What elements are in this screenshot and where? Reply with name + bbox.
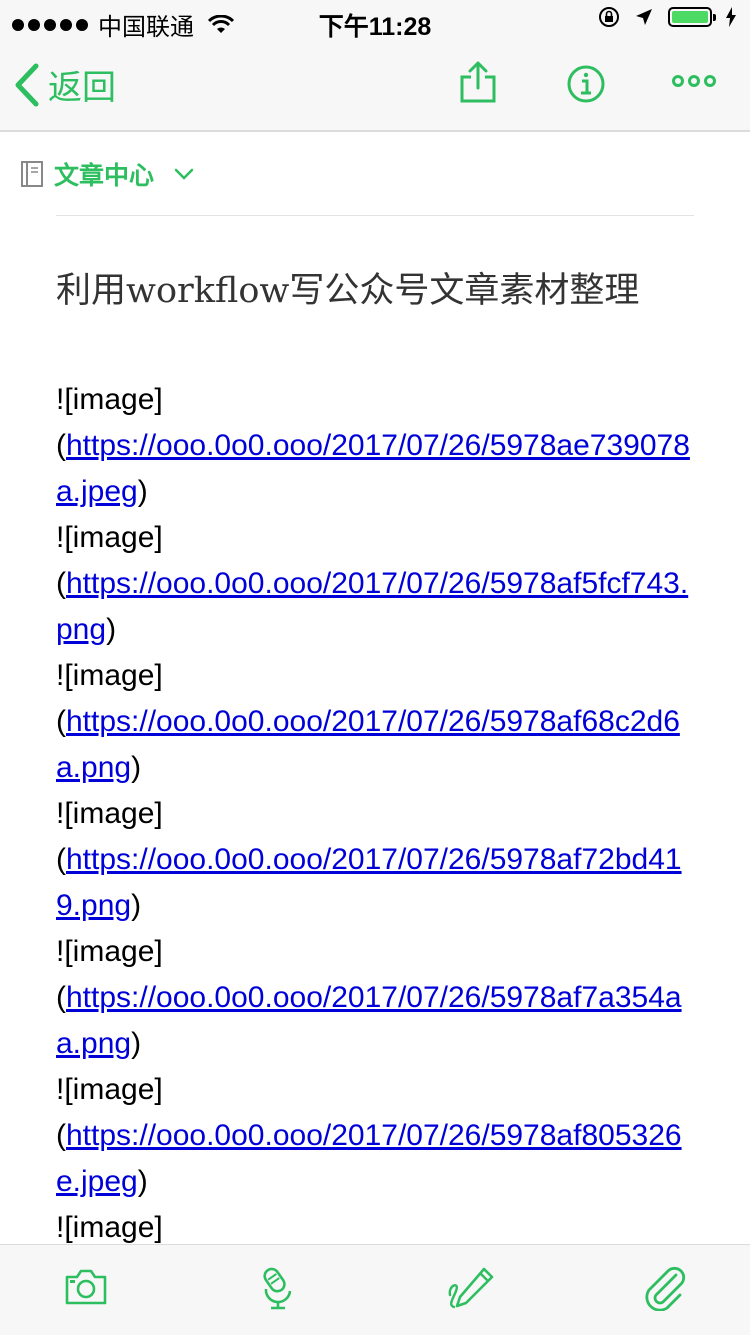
image-entry: ![image] (https://ooo.0o0.ooo/2017/07/26… [56,653,696,791]
image-label: ![image] [56,521,163,554]
image-link-line: (https://ooo.0o0.ooo/2017/07/26/5978af68… [56,705,680,784]
note-title[interactable]: 利用workflow写公众号文章素材整理 [56,262,716,313]
notebook-selector[interactable]: 文章中心 [20,156,194,192]
status-right [598,6,736,28]
image-label: ![image] [56,1073,163,1106]
image-entry: ![image] (https://ooo.0o0.ooo/2017/07/26… [56,515,696,653]
chevron-left-icon [15,63,39,106]
status-bar: 中国联通 下午11:28 [0,0,750,41]
image-label: ![image] [56,383,163,416]
rotation-lock-icon [599,7,619,27]
location-icon [636,9,652,25]
back-button[interactable]: 返回 [14,60,116,109]
charging-icon [726,7,736,27]
navigation-bar: 返回 [0,40,750,132]
paperclip-icon[interactable] [642,1265,686,1311]
image-link-line: (https://ooo.0o0.ooo/2017/07/26/5978af5f… [56,567,689,646]
microphone-icon[interactable] [260,1265,296,1311]
image-link-line: (https://ooo.0o0.ooo/2017/07/26/5978ae73… [56,429,690,508]
image-link[interactable]: https://ooo.0o0.ooo/2017/07/26/5978af5fc… [56,567,688,646]
back-label: 返回 [48,69,116,107]
notebook-icon [21,161,43,187]
image-entry: ![image] (https://ooo.0o0.ooo/2017/07/26… [56,791,696,929]
camera-icon[interactable] [64,1267,108,1307]
image-link[interactable]: https://ooo.0o0.ooo/2017/07/26/5978af72b… [56,843,682,922]
image-link[interactable]: https://ooo.0o0.ooo/2017/07/26/5978af805… [56,1119,682,1198]
image-link-line: (https://ooo.0o0.ooo/2017/07/26/5978af80… [56,1119,682,1198]
image-entry: ![image] (https://ooo.0o0.ooo/2017/07/26… [56,929,696,1067]
image-link-line: (https://ooo.0o0.ooo/2017/07/26/5978af7a… [56,981,682,1060]
more-icon[interactable] [672,74,716,88]
chevron-down-icon [174,168,194,180]
info-icon[interactable] [566,64,606,104]
battery-icon [668,7,716,27]
image-link[interactable]: https://ooo.0o0.ooo/2017/07/26/5978af68c… [56,705,680,784]
image-label: ![image] [56,935,163,968]
image-entry: ![image] (https://ooo.0o0.ooo/2017/07/26… [56,377,696,515]
image-label: ![image] [56,659,163,692]
battery-fill [672,11,708,23]
bottom-toolbar [0,1244,750,1335]
note-body[interactable]: ![image] (https://ooo.0o0.ooo/2017/07/26… [56,377,696,1251]
share-icon[interactable] [459,60,497,104]
sketch-pen-icon[interactable] [446,1265,496,1311]
image-link[interactable]: https://ooo.0o0.ooo/2017/07/26/5978af7a3… [56,981,682,1060]
notebook-name: 文章中心 [54,162,155,190]
image-entry: ![image] (https://ooo.0o0.ooo/2017/07/26… [56,1067,696,1205]
image-link[interactable]: https://ooo.0o0.ooo/2017/07/26/5978ae739… [56,429,690,508]
header-divider [56,215,694,216]
image-link-line: (https://ooo.0o0.ooo/2017/07/26/5978af72… [56,843,682,922]
image-label: ![image] [56,797,163,830]
